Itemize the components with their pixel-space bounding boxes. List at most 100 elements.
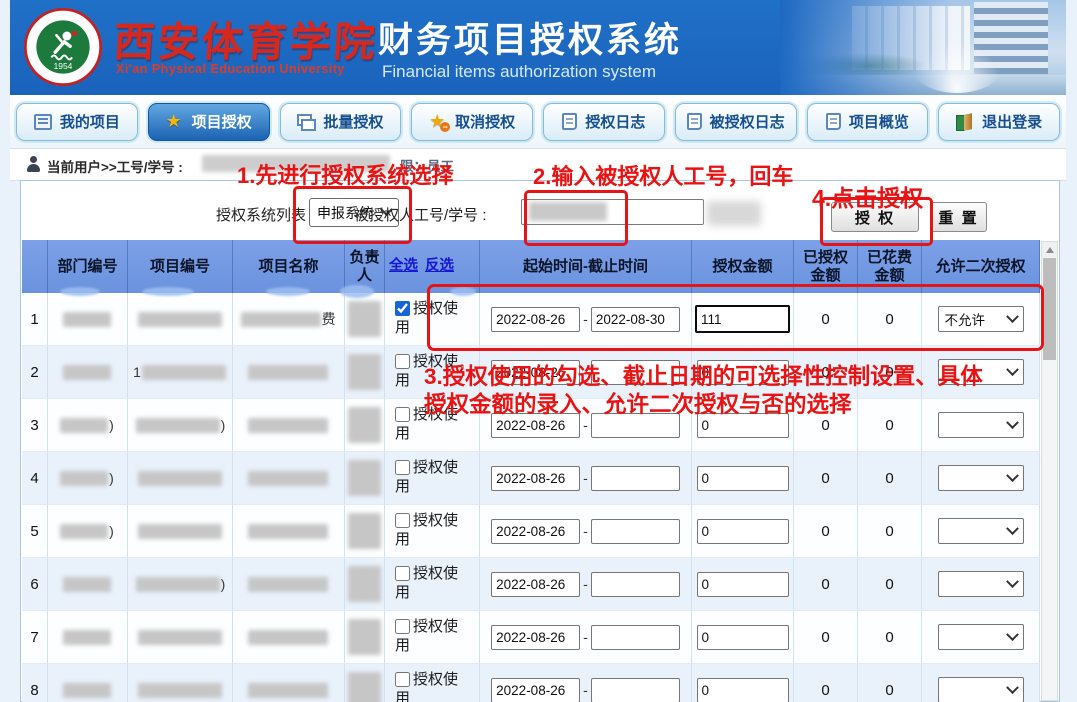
authorize-use-checkbox[interactable] xyxy=(395,354,410,369)
second-auth-select[interactable] xyxy=(938,571,1024,597)
project-name-cell xyxy=(233,399,345,451)
auth-amount-input[interactable] xyxy=(697,625,789,650)
date-range-cell: - xyxy=(480,664,692,702)
dept-code-cell: ) xyxy=(48,399,128,451)
chevron-down-icon xyxy=(1006,522,1019,535)
redacted-project-code xyxy=(136,577,220,592)
second-auth-select[interactable] xyxy=(938,465,1024,491)
auth-amount-input[interactable] xyxy=(697,466,789,491)
end-date-input[interactable] xyxy=(591,307,680,332)
end-date-input[interactable] xyxy=(591,360,680,385)
second-auth-select[interactable] xyxy=(938,677,1024,702)
reset-button[interactable]: 重 置 xyxy=(930,202,987,232)
start-date-input[interactable] xyxy=(491,466,580,491)
table-row: 8 授权使用 - 0 0 xyxy=(22,664,1040,702)
dept-fragment: ) xyxy=(109,417,114,433)
scroll-up-icon[interactable] xyxy=(1042,242,1057,257)
project-name-cell xyxy=(233,664,345,702)
doc-icon xyxy=(826,113,841,130)
start-date-input[interactable] xyxy=(491,572,580,597)
owner-cell xyxy=(345,293,385,345)
date-range-cell: - xyxy=(480,293,692,345)
second-auth-select[interactable]: 不允许 xyxy=(938,306,1024,332)
authorize-use-checkbox[interactable] xyxy=(395,672,410,687)
second-auth-select[interactable] xyxy=(938,518,1024,544)
second-auth-cell: 不允许 xyxy=(922,293,1040,345)
university-name-cn: 西安体育学院 xyxy=(112,8,380,68)
project-name-cell xyxy=(233,611,345,663)
auth-amount-input[interactable] xyxy=(697,360,789,385)
project-code-cell xyxy=(128,452,233,504)
date-range-cell: - xyxy=(480,452,692,504)
row-number: 4 xyxy=(22,452,48,504)
header-auth-amount: 授权金额 xyxy=(692,240,794,293)
redacted-grantee-id xyxy=(529,202,607,221)
start-date-input[interactable] xyxy=(491,360,580,385)
authorize-use-checkbox[interactable] xyxy=(395,460,410,475)
tab-project-overview[interactable]: 项目概览 xyxy=(807,103,929,141)
row-number: 3 xyxy=(22,399,48,451)
second-auth-select[interactable] xyxy=(938,412,1024,438)
project-code-fragment: ) xyxy=(221,417,226,433)
start-date-input[interactable] xyxy=(491,625,580,650)
select-all-link[interactable]: 全选 xyxy=(389,258,418,275)
authorize-use-checkbox[interactable] xyxy=(395,566,410,581)
tab-granted-log[interactable]: 被授权日志 xyxy=(675,103,797,141)
header-rownum xyxy=(22,240,48,293)
authorize-use-checkbox[interactable] xyxy=(395,407,410,422)
tab-project-auth[interactable]: 项目授权 xyxy=(148,103,270,141)
system-title-en: Financial items authorization system xyxy=(382,62,656,82)
current-user-label: 当前用户>>工号/学号 : xyxy=(47,156,183,176)
tab-batch-auth[interactable]: 批量授权 xyxy=(280,103,402,141)
table-row: 6 ) 授权使用 - 0 0 xyxy=(22,558,1040,611)
auth-amount-input[interactable] xyxy=(697,572,789,597)
tab-my-projects[interactable]: 我的项目 xyxy=(16,103,138,141)
project-code-cell xyxy=(128,611,233,663)
authorize-use-checkbox[interactable] xyxy=(395,619,410,634)
redacted-project-name xyxy=(248,630,328,645)
tab-cancel-auth[interactable]: 取消授权 xyxy=(411,103,533,141)
auth-amount-input[interactable] xyxy=(695,305,790,333)
start-date-input[interactable] xyxy=(491,413,580,438)
table-row: 3 ) ) 授权使用 - 0 0 xyxy=(22,399,1040,452)
end-date-input[interactable] xyxy=(591,519,680,544)
end-date-input[interactable] xyxy=(591,625,680,650)
row-number: 8 xyxy=(22,664,48,702)
header-dept: 部门编号 xyxy=(48,240,128,293)
tab-logout[interactable]: 退出登录 xyxy=(938,103,1060,141)
redacted-dept-code xyxy=(63,365,111,380)
campus-photo xyxy=(780,0,1066,95)
authorize-use-checkbox[interactable] xyxy=(395,513,410,528)
scrollbar-thumb[interactable] xyxy=(1043,258,1056,360)
date-range-cell: - xyxy=(480,399,692,451)
spent-amount: 0 xyxy=(858,293,922,345)
auth-amount-input[interactable] xyxy=(697,413,789,438)
chevron-down-icon xyxy=(1006,628,1019,641)
redacted-dept-code xyxy=(63,577,111,592)
second-auth-select[interactable] xyxy=(938,624,1024,650)
start-date-input[interactable] xyxy=(491,519,580,544)
authorize-use-checkbox[interactable] xyxy=(395,301,410,316)
auth-amount-input[interactable] xyxy=(697,678,789,702)
auth-amount-input[interactable] xyxy=(697,519,789,544)
dept-code-cell: ) xyxy=(48,452,128,504)
end-date-input[interactable] xyxy=(591,413,680,438)
authorize-use-cell: 授权使用 xyxy=(385,664,480,702)
header-project-no: 项目编号 xyxy=(128,240,233,293)
second-auth-select[interactable] xyxy=(938,359,1024,385)
table-body: 1 费 授权使用 - 0 0 xyxy=(22,293,1040,702)
end-date-input[interactable] xyxy=(591,572,680,597)
owner-cell xyxy=(345,611,385,663)
start-date-input[interactable] xyxy=(491,307,580,332)
end-date-input[interactable] xyxy=(591,678,680,702)
invert-select-link[interactable]: 反选 xyxy=(425,258,454,275)
row-number: 1 xyxy=(22,293,48,345)
tab-auth-log[interactable]: 授权日志 xyxy=(543,103,665,141)
dept-fragment: ) xyxy=(109,470,114,486)
authorize-button[interactable]: 授 权 xyxy=(831,202,919,232)
end-date-input[interactable] xyxy=(591,466,680,491)
redacted-project-name xyxy=(248,365,328,380)
owner-cell xyxy=(345,399,385,451)
start-date-input[interactable] xyxy=(491,678,580,702)
table-scrollbar[interactable] xyxy=(1041,241,1058,701)
